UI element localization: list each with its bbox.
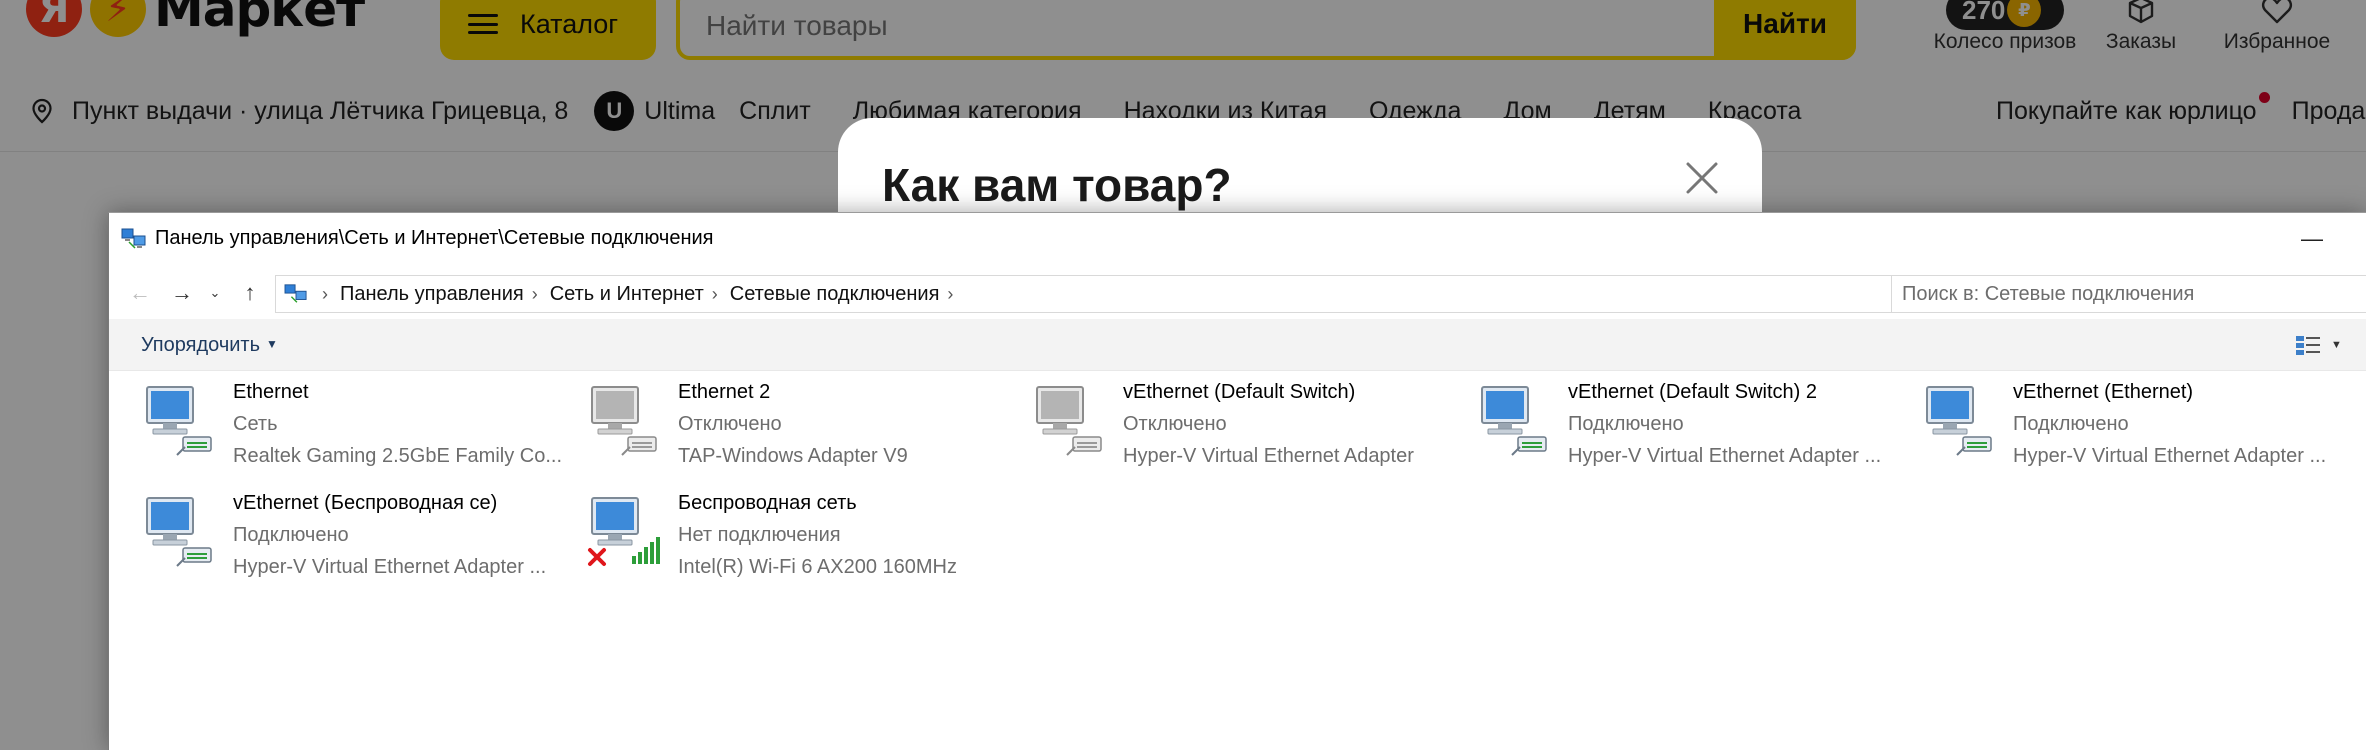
minimize-button[interactable]: —: [2287, 227, 2337, 251]
chevron-right-icon[interactable]: ›: [532, 284, 538, 305]
forward-button[interactable]: →: [167, 279, 197, 307]
change-view-button[interactable]: ▼: [2295, 332, 2355, 358]
network-adapter-disabled-icon: [591, 386, 657, 456]
connections-list: Ethernet Сеть Realtek Gaming 2.5GbE Fami…: [109, 371, 2366, 750]
connection-adapter: Hyper-V Virtual Ethernet Adapter: [1123, 445, 1414, 467]
caret-down-icon: ▼: [2331, 339, 2342, 351]
recent-locations-dropdown[interactable]: ⌄: [205, 279, 225, 307]
explorer-window: Панель управления\Сеть и Интернет\Сетевы…: [108, 212, 2366, 750]
connection-status: Подключено: [233, 524, 349, 546]
organize-label: Упорядочить: [141, 334, 261, 356]
title-bar[interactable]: Панель управления\Сеть и Интернет\Сетевы…: [109, 213, 2366, 265]
connection-status: Подключено: [1568, 413, 1684, 435]
connection-item[interactable]: vEthernet (Ethernet) Подключено Hyper-V …: [1921, 381, 2351, 481]
modal-title: Как вам товар?: [882, 159, 1232, 211]
connection-status: Отключено: [1123, 413, 1227, 435]
explorer-search-input[interactable]: [1892, 276, 2366, 312]
connection-status: Подключено: [2013, 413, 2129, 435]
connection-name: Ethernet: [233, 381, 309, 403]
connection-item[interactable]: Ethernet Сеть Realtek Gaming 2.5GbE Fami…: [141, 381, 571, 481]
chevron-right-icon[interactable]: ›: [322, 284, 328, 305]
connection-name: Ethernet 2: [678, 381, 771, 403]
chevron-right-icon[interactable]: ›: [712, 284, 718, 305]
network-connections-icon: [121, 228, 146, 249]
connection-name: vEthernet (Default Switch) 2: [1568, 381, 1817, 403]
connection-item[interactable]: Ethernet 2 Отключено TAP-Windows Adapter…: [586, 381, 1016, 481]
connection-status: Сеть: [233, 413, 278, 435]
view-options-icon: [2296, 336, 2320, 355]
connection-adapter: Hyper-V Virtual Ethernet Adapter ...: [2013, 445, 2327, 467]
connection-item[interactable]: vEthernet (Default Switch) 2 Подключено …: [1476, 381, 1906, 481]
connection-status: Нет подключения: [678, 524, 841, 546]
connection-item[interactable]: vEthernet (Беспроводная се) Подключено H…: [141, 492, 571, 592]
wifi-adapter-no-connection-icon: [588, 497, 660, 566]
command-bar: Упорядочить ▼ ▼: [109, 319, 2366, 371]
up-button[interactable]: ↑: [235, 279, 265, 307]
breadcrumb-control-panel[interactable]: Панель управления: [340, 283, 524, 306]
connection-status: Отключено: [678, 413, 782, 435]
connection-adapter: TAP-Windows Adapter V9: [678, 445, 908, 467]
network-adapter-disabled-icon: [1036, 386, 1102, 456]
network-adapter-icon: [1481, 386, 1547, 456]
close-icon[interactable]: [1682, 158, 1722, 198]
network-adapter-icon: [146, 386, 212, 456]
explorer-search-field[interactable]: [1891, 275, 2366, 313]
connection-adapter: Realtek Gaming 2.5GbE Family Co...: [233, 445, 563, 467]
connection-adapter: Hyper-V Virtual Ethernet Adapter ...: [233, 556, 547, 578]
address-bar[interactable]: › Панель управления › Сеть и Интернет › …: [275, 275, 2001, 313]
connection-item[interactable]: vEthernet (Default Switch) Отключено Hyp…: [1031, 381, 1461, 481]
caret-down-icon: ▼: [266, 337, 278, 351]
breadcrumb-network-connections[interactable]: Сетевые подключения: [730, 283, 940, 306]
connection-name: Беспроводная сеть: [678, 492, 857, 514]
connection-name: vEthernet (Беспроводная се): [233, 492, 498, 514]
network-connections-icon: [284, 284, 307, 303]
back-button[interactable]: ←: [125, 279, 155, 307]
chevron-right-icon[interactable]: ›: [947, 284, 953, 305]
organize-button[interactable]: Упорядочить ▼: [141, 334, 278, 357]
breadcrumb-network-internet[interactable]: Сеть и Интернет: [550, 283, 704, 306]
connection-name: vEthernet (Ethernet): [2013, 381, 2194, 403]
connection-name: vEthernet (Default Switch): [1123, 381, 1356, 403]
connection-item[interactable]: Беспроводная сеть Нет подключения Intel(…: [586, 492, 1016, 592]
connection-adapter: Intel(R) Wi-Fi 6 AX200 160MHz: [678, 556, 957, 578]
network-adapter-icon: [146, 497, 212, 567]
window-title: Панель управления\Сеть и Интернет\Сетевы…: [155, 227, 714, 249]
network-adapter-icon: [1926, 386, 1992, 456]
navigation-bar: ← → ⌄ ↑ › Панель управления › Сеть и Инт…: [109, 265, 2366, 319]
connection-adapter: Hyper-V Virtual Ethernet Adapter ...: [1568, 445, 1882, 467]
